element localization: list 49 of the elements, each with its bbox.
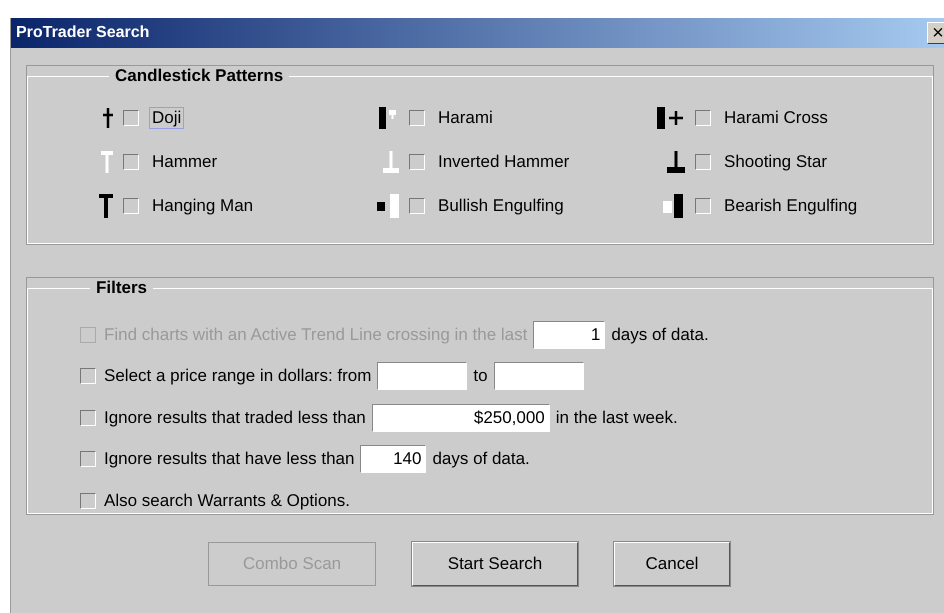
filter-label: Also search Warrants & Options.	[104, 490, 350, 511]
engulfing-candles-icon	[663, 194, 685, 218]
doji-candle-icon	[103, 108, 113, 128]
checkbox[interactable]	[80, 368, 96, 384]
close-button[interactable]: ×	[927, 22, 944, 44]
checkbox-label[interactable]: Inverted Hammer	[435, 151, 572, 173]
checkbox[interactable]	[409, 154, 425, 170]
checkbox-label[interactable]: Harami	[435, 107, 496, 129]
dialog-button[interactable]: Cancel	[614, 542, 730, 586]
dialog-button[interactable]: Start Search	[412, 542, 578, 586]
checkbox-label[interactable]: Shooting Star	[721, 151, 830, 173]
checkbox[interactable]	[695, 110, 711, 126]
filter-label: Ignore results that have less than	[104, 449, 354, 470]
input-field[interactable]	[377, 362, 468, 390]
hammer-candle-icon	[101, 151, 113, 173]
filter-label: in the last week.	[556, 408, 678, 428]
filter-label: to	[473, 366, 488, 386]
checkbox[interactable]	[80, 451, 96, 468]
group-title: Filters	[95, 278, 148, 298]
harami-candles-icon	[379, 107, 399, 129]
filter-label: days of data.	[432, 449, 530, 470]
checkbox[interactable]	[123, 198, 139, 214]
filter-label: Ignore results that traded less than	[104, 408, 366, 428]
checkbox-label[interactable]: Harami Cross	[721, 107, 831, 129]
harami-cross-candles-icon	[657, 107, 685, 129]
filter-label: days of data.	[611, 324, 709, 345]
checkbox-label[interactable]: Bullish Engulfing	[435, 195, 567, 217]
engulfing-candles-icon	[377, 194, 399, 218]
checkbox-label[interactable]: Hanging Man	[149, 195, 256, 217]
checkbox[interactable]	[80, 492, 96, 509]
window-title: ProTrader Search	[16, 24, 150, 42]
hanging-man-candle-icon	[99, 194, 113, 218]
inverted-hammer-candle-icon	[383, 151, 399, 173]
checkbox-label[interactable]: Bearish Engulfing	[721, 195, 860, 217]
input-field[interactable]	[494, 362, 584, 390]
checkbox-label[interactable]: Hammer	[149, 151, 220, 173]
input-field[interactable]: 140	[360, 445, 426, 474]
checkbox[interactable]	[123, 110, 139, 126]
checkbox[interactable]	[409, 198, 425, 214]
filter-label: Select a price range in dollars: from	[104, 366, 372, 386]
checkbox[interactable]	[123, 154, 139, 170]
checkbox[interactable]	[695, 154, 711, 170]
shooting-star-candle-icon	[667, 151, 685, 173]
checkbox[interactable]	[80, 410, 96, 426]
input-field[interactable]: $250,000	[372, 404, 550, 432]
checkbox[interactable]	[695, 198, 711, 214]
checkbox-label[interactable]: Doji	[149, 107, 184, 129]
group-title: Candlestick Patterns	[114, 66, 284, 86]
checkbox[interactable]	[409, 110, 425, 126]
